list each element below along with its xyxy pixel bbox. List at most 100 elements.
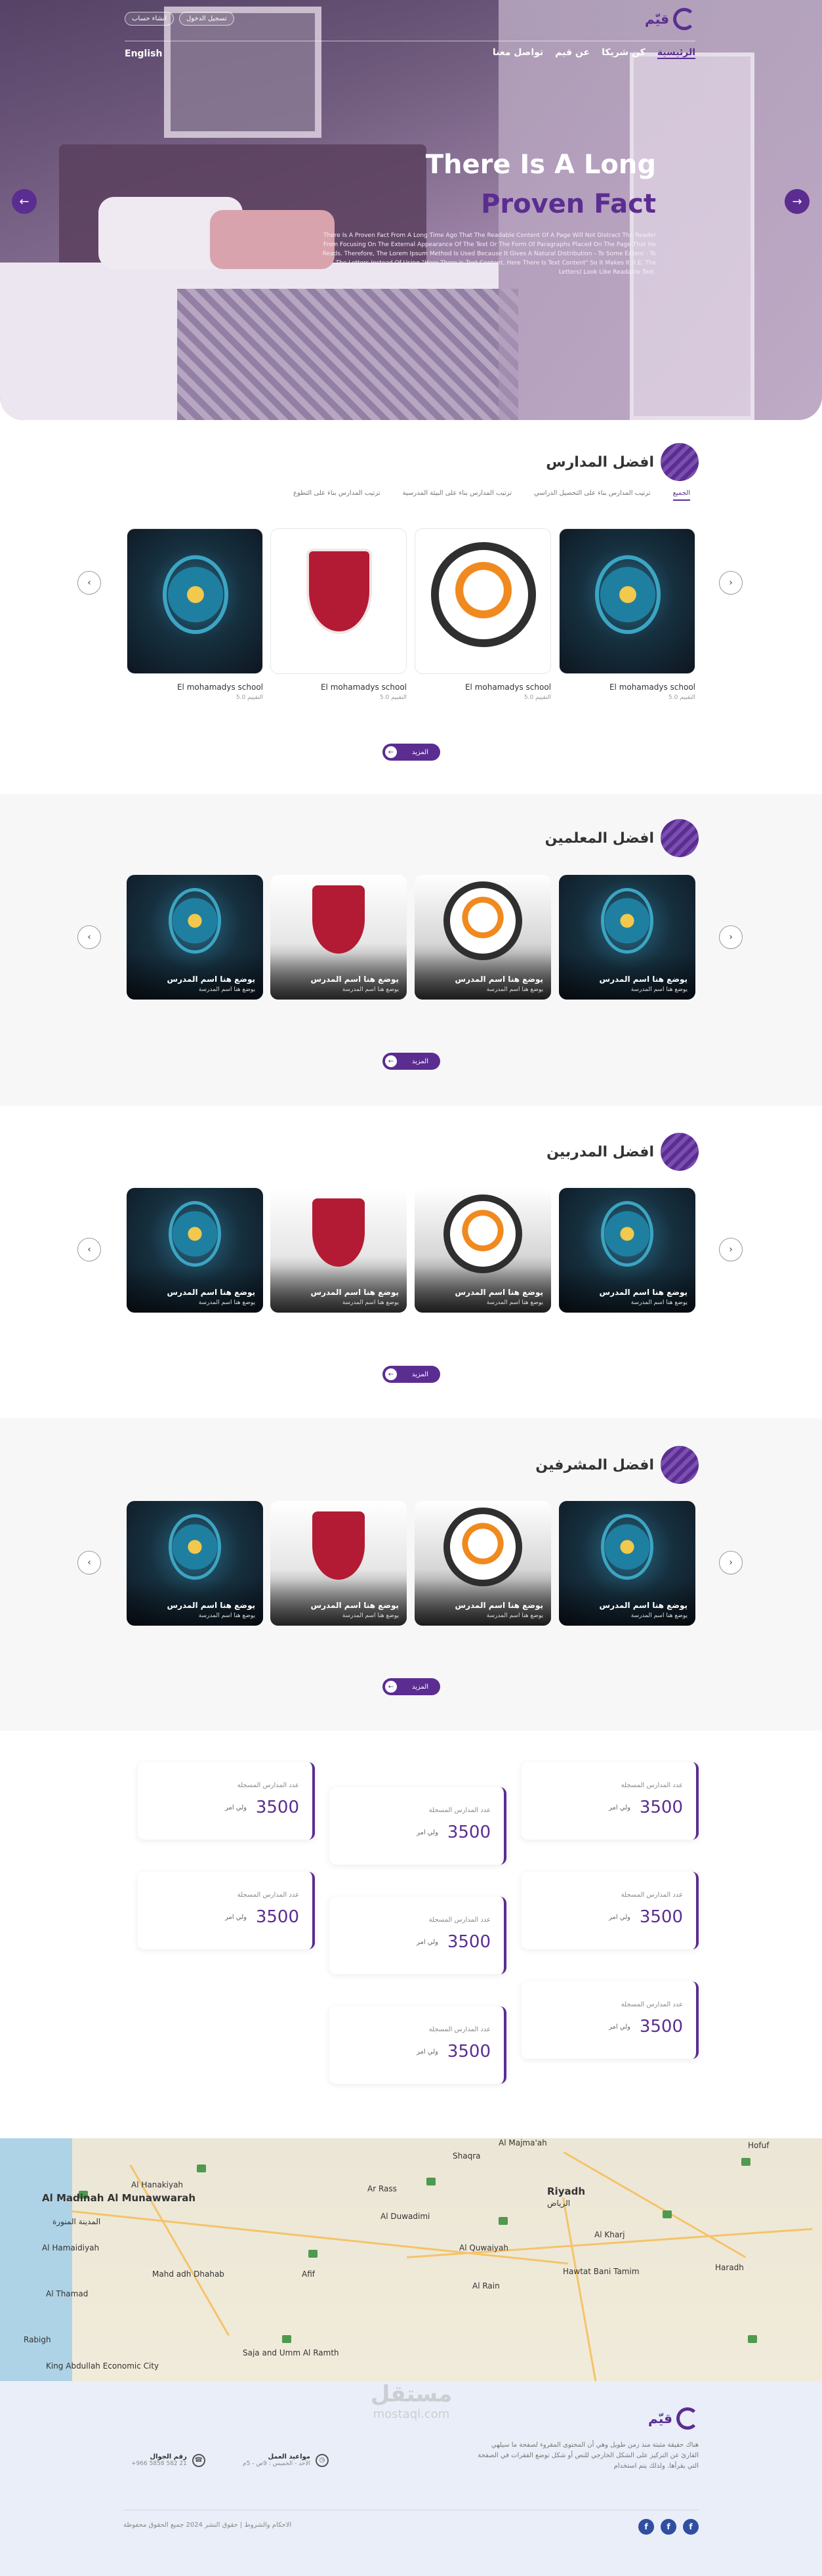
register-button[interactable]: انشاء حساب [125,12,174,26]
school-card[interactable] [415,528,551,674]
hero-prev-arrow-icon[interactable]: ← [12,189,37,214]
tab-all[interactable]: الجميع [672,490,690,501]
map-label: Al Madinah Al Munawwarah [42,2192,196,2204]
trainer-name: يوضع هنا اسم المدرس [599,1288,688,1297]
stat-card: عدد المدارس المسجلة 3500 ولي امر [329,1787,506,1865]
more-label: المزيد [411,1057,428,1065]
facebook-icon[interactable]: f [661,2519,676,2535]
teachers-more-button[interactable]: ← المزيد [382,1053,440,1070]
copyright[interactable]: الاحكام والشروط | حقوق النشر 2024 جميع ا… [123,2522,291,2529]
trainer-card[interactable]: يوضع هنا اسم المدرس يوضع هنا اسم المدرسة [559,1188,695,1313]
login-button[interactable]: تسجيل الدخول [178,12,234,26]
facebook-icon[interactable]: f [638,2519,654,2535]
arrow-left-icon: ← [385,1368,397,1380]
school-logo [431,542,536,647]
next-arrow-icon[interactable]: › [719,571,743,595]
trainer-name: يوضع هنا اسم المدرس [455,1288,543,1297]
logo-icon [676,2407,699,2430]
teacher-name: يوضع هنا اسم المدرس [167,975,255,984]
next-arrow-icon[interactable]: › [719,1551,743,1574]
hero-banner [0,0,822,420]
schools-more-button[interactable]: ← المزيد [382,744,440,761]
more-label: المزيد [411,1370,428,1378]
prev-arrow-icon[interactable]: ‹ [77,925,101,949]
stat-unit: ولي امر [608,1804,630,1811]
logo[interactable]: قيّم [645,8,695,30]
prev-arrow-icon[interactable]: ‹ [77,1238,101,1261]
phone-value[interactable]: +966 5858 582 21 [131,2460,187,2467]
schools-header: افضل المدارس [546,443,699,481]
stat-label: عدد المدارس المسجلة [621,1891,683,1899]
facebook-icon[interactable]: f [683,2519,699,2535]
tab-achievement[interactable]: ترتيب المدارس بناء على التحصيل الدراسي [534,490,651,501]
section-icon [661,443,699,481]
tab-volunteering[interactable]: ترتيب المدارس بناء على التطوع [293,490,380,501]
map-label: Haradh [715,2263,744,2272]
supervisors-more-button[interactable]: ← المزيد [382,1678,440,1695]
trainer-school: يوضع هنا اسم المدرسة [486,1299,543,1306]
map-park [197,2164,206,2172]
supervisor-card[interactable]: يوضع هنا اسم المدرس يوضع هنا اسم المدرسة [127,1501,263,1626]
nav-contact[interactable]: تواصل معنا [493,47,543,59]
tab-environment[interactable]: ترتيب المدارس بناء على البيئة المدرسية [403,490,512,501]
nav-partner[interactable]: كن شريكا [602,47,646,59]
map-park [748,2335,757,2343]
watermark-latin: mostaql.com [373,2407,450,2421]
school-name: El mohamadys school [176,683,263,692]
trainer-name: يوضع هنا اسم المدرس [167,1288,255,1297]
footer-logo[interactable]: قيّم [648,2407,699,2430]
trainers-more-button[interactable]: ← المزيد [382,1366,440,1383]
school-rating: 5.0 التقييم [524,694,551,701]
trainer-school: يوضع هنا اسم المدرسة [342,1299,399,1306]
school-rating: التقييم 5.0 [668,694,695,701]
stat-value: 3500 [639,1798,683,1817]
stat-label: عدد المدارس المسجلة [621,2001,683,2008]
prev-arrow-icon[interactable]: ‹ [77,571,101,595]
supervisor-card[interactable]: يوضع هنا اسم المدرس يوضع هنا اسم المدرسة [415,1501,551,1626]
map-park [663,2210,672,2218]
supervisor-card[interactable]: يوضع هنا اسم المدرس يوضع هنا اسم المدرسة [270,1501,407,1626]
trainer-card[interactable]: يوضع هنا اسم المدرس يوضع هنا اسم المدرسة [270,1188,407,1313]
hours-value: الأحد - الخميس : 9ص - 5م [243,2460,310,2467]
trainers-header: افضل المدربين [546,1133,699,1171]
schools-section [0,420,822,794]
nav-home[interactable]: الرئيسية [657,47,695,59]
watermark: مستقل mostaql.com [362,2381,461,2434]
prev-arrow-icon[interactable]: ‹ [77,1551,101,1574]
school-card[interactable] [127,528,263,674]
location-map[interactable]: Al Madinah Al Munawwarah المدينة المنورة… [0,2138,822,2381]
teachers-header: افضل المعلمين [545,819,699,857]
pillow [210,210,335,269]
teacher-card[interactable]: يوضع هنا اسم المدرس يوضع هنا اسم المدرسة [559,875,695,1000]
next-arrow-icon[interactable]: › [719,1238,743,1261]
supervisor-name: يوضع هنا اسم المدرس [310,1601,399,1610]
map-label: Saja and Umm Al Ramth [243,2348,339,2357]
section-title: افضل المدارس [546,454,654,471]
blanket [177,289,518,420]
teacher-card[interactable]: يوضع هنا اسم المدرس يوضع هنا اسم المدرسة [127,875,263,1000]
trainer-card[interactable]: يوضع هنا اسم المدرس يوضع هنا اسم المدرسة [415,1188,551,1313]
map-road [563,2151,747,2258]
section-title: افضل المشرفين [535,1456,654,1473]
school-name: El mohamadys school [320,683,407,692]
teacher-school: يوضع هنا اسم المدرسة [486,986,543,993]
hero-next-arrow-icon[interactable]: → [785,189,810,214]
school-logo [163,555,228,634]
next-arrow-icon[interactable]: › [719,925,743,949]
teacher-card[interactable]: يوضع هنا اسم المدرس يوضع هنا اسم المدرسة [415,875,551,1000]
stat-value: 3500 [447,1823,491,1842]
stat-unit: ولي امر [416,1939,438,1946]
school-logo [312,885,365,954]
map-label: المدينة المنورة [52,2217,101,2226]
nav-about[interactable]: عن قيم [555,47,590,59]
stat-value: 3500 [255,1798,299,1817]
teacher-card[interactable]: يوضع هنا اسم المدرس يوضع هنا اسم المدرسة [270,875,407,1000]
supervisor-card[interactable]: يوضع هنا اسم المدرس يوضع هنا اسم المدرسة [559,1501,695,1626]
school-card[interactable] [270,528,407,674]
trainer-card[interactable]: يوضع هنا اسم المدرس يوضع هنا اسم المدرسة [127,1188,263,1313]
school-card[interactable] [559,528,695,674]
stat-unit: ولي امر [224,1914,247,1921]
school-logo [312,1198,365,1267]
trainer-school: يوضع هنا اسم المدرسة [630,1299,688,1306]
language-switch[interactable]: English [125,49,162,59]
